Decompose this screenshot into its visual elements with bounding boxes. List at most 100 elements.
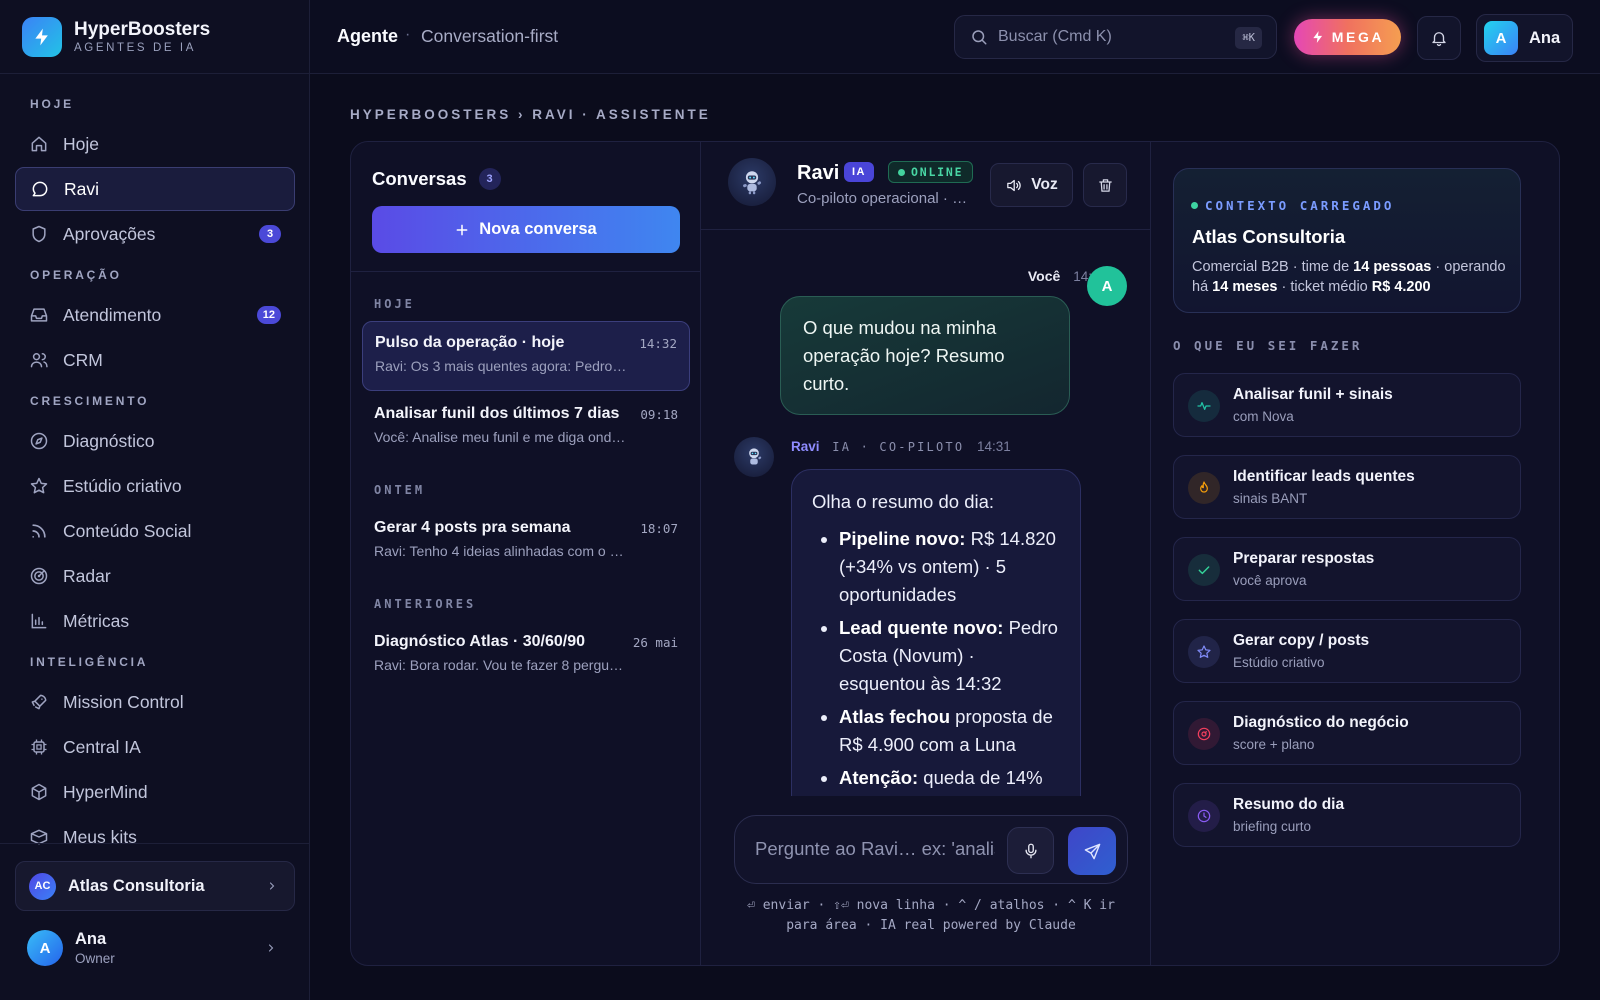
workspace-name: Atlas Consultoria bbox=[68, 876, 205, 895]
agent-message-list: Pipeline novo: R$ 14.820 (+34% vs ontem)… bbox=[812, 525, 1060, 796]
skill-subtitle: briefing curto bbox=[1233, 819, 1312, 834]
conversation-list: HOJE Pulso da operação · hoje Ravi: Os 3 m… bbox=[362, 287, 690, 701]
conversation-item[interactable]: Gerar 4 posts pra semana Ravi: Tenho 4 id… bbox=[362, 507, 690, 577]
conversation-preview: Ravi: Tenho 4 ideias alinhadas com o tom… bbox=[374, 543, 626, 559]
context-text: Comercial B2B · time de bbox=[1192, 259, 1354, 275]
users-icon bbox=[30, 353, 48, 368]
message-composer[interactable]: Pergunte ao Ravi… ex: 'analise meu funil… bbox=[734, 815, 1128, 884]
delete-conversation-button[interactable] bbox=[1083, 163, 1127, 207]
context-label-text: CONTEXTO CARREGADO bbox=[1205, 198, 1395, 213]
compass-icon bbox=[30, 432, 48, 450]
conversations-column: Conversas 3 Nova conversa HOJE Pulso da o… bbox=[351, 142, 701, 965]
avatar: A bbox=[1087, 266, 1127, 306]
flame-icon bbox=[1200, 481, 1208, 493]
sidebar-item-meus-kits[interactable]: Meus kits bbox=[15, 815, 295, 846]
user-menu[interactable]: A Ana Owner bbox=[27, 930, 287, 966]
sidebar-item-label: Métricas bbox=[63, 610, 130, 631]
composer-placeholder[interactable]: Pergunte ao Ravi… ex: 'analise meu funil… bbox=[755, 838, 995, 864]
skill-subtitle: sinais BANT bbox=[1233, 491, 1308, 506]
context-description: Comercial B2B · time de 14 pessoas · ope… bbox=[1192, 257, 1512, 297]
divider bbox=[0, 73, 310, 74]
conversation-preview: Ravi: Bora rodar. Vou te fazer 8 pergunt… bbox=[374, 657, 626, 673]
status-label: ONLINE bbox=[911, 165, 964, 179]
microphone-button[interactable] bbox=[1007, 827, 1054, 874]
skill-card[interactable]: Diagnóstico do negócio score + plano bbox=[1173, 701, 1521, 765]
skill-icon-wrap bbox=[1188, 554, 1220, 586]
plus-icon bbox=[456, 224, 468, 235]
context-label: CONTEXTO CARREGADO bbox=[1191, 198, 1394, 213]
search-input[interactable]: Buscar (Cmd K) ⌘K bbox=[954, 15, 1277, 59]
agent-message-bubble: Olha o resumo do dia: Pipeline novo: R$ … bbox=[791, 469, 1081, 796]
sidebar-item-label: Aprovações bbox=[63, 223, 156, 244]
sidebar-item-label: CRM bbox=[63, 349, 103, 370]
conversation-item[interactable]: Analisar funil dos últimos 7 dias Você: A… bbox=[362, 393, 690, 463]
send-button[interactable] bbox=[1068, 827, 1116, 875]
sidebar-item-label: Ravi bbox=[64, 178, 100, 199]
cpu-icon bbox=[31, 739, 47, 755]
context-age: 14 meses bbox=[1212, 279, 1278, 295]
skill-card[interactable]: Gerar copy / posts Estúdio criativo bbox=[1173, 619, 1521, 683]
sidebar-item-est-dio-criativo[interactable]: Estúdio criativo bbox=[15, 464, 295, 508]
agent-message-tag: IA · CO-PILOTO bbox=[832, 440, 965, 454]
agent-message-time: 14:31 bbox=[977, 439, 1011, 454]
sidebar-item-crm[interactable]: CRM bbox=[15, 338, 295, 382]
sidebar-item-radar[interactable]: Radar bbox=[15, 554, 295, 598]
sidebar-item-central-ia[interactable]: Central IA bbox=[15, 725, 295, 769]
conversation-item[interactable]: Diagnóstico Atlas · 30/60/90 Ravi: Bora r… bbox=[362, 621, 690, 691]
skill-subtitle: score + plano bbox=[1233, 737, 1315, 752]
chevron-right-icon bbox=[268, 944, 274, 952]
conversation-title: Analisar funil dos últimos 7 dias bbox=[374, 405, 620, 422]
agent-message-bullet: Atenção: queda de 14% nas respostas do W… bbox=[839, 764, 1060, 796]
skill-card[interactable]: Preparar respostas você aprova bbox=[1173, 537, 1521, 601]
sidebar-item-ravi[interactable]: Ravi bbox=[15, 167, 295, 211]
sidebar-item-hoje[interactable]: Hoje bbox=[15, 122, 295, 166]
sidebar: HyperBoosters AGENTES DE IA HOJE Hoje Ravi… bbox=[0, 0, 310, 1000]
brand-subtitle: AGENTES DE IA bbox=[74, 42, 196, 54]
rss-icon bbox=[32, 524, 46, 538]
conversation-time: 18:07 bbox=[640, 521, 678, 536]
workspace-switcher[interactable]: AC Atlas Consultoria bbox=[15, 861, 295, 911]
skill-title: Analisar funil + sinais bbox=[1233, 386, 1393, 403]
sidebar-item-conte-do-social[interactable]: Conteúdo Social bbox=[15, 509, 295, 553]
sidebar-item-label: Radar bbox=[63, 565, 111, 586]
brand[interactable]: HyperBoosters AGENTES DE IA bbox=[22, 17, 210, 57]
context-card: CONTEXTO CARREGADO Atlas Consultoria Com… bbox=[1173, 168, 1521, 313]
microphone-icon bbox=[1024, 843, 1037, 858]
target-icon bbox=[1197, 727, 1211, 741]
avatar: A bbox=[27, 930, 63, 966]
sidebar-item-hypermind[interactable]: HyperMind bbox=[15, 770, 295, 814]
skill-subtitle: com Nova bbox=[1233, 409, 1294, 424]
agent-message-bullet: Pipeline novo: R$ 14.820 (+34% vs ontem)… bbox=[839, 525, 1060, 609]
workspace-avatar: AC bbox=[29, 872, 56, 900]
voice-button[interactable]: Voz bbox=[990, 163, 1073, 207]
notifications-button[interactable] bbox=[1417, 16, 1461, 60]
page-subtitle: Conversation-first bbox=[421, 26, 559, 46]
skill-icon-wrap bbox=[1188, 390, 1220, 422]
sidebar-item-m-tricas[interactable]: Métricas bbox=[15, 599, 295, 643]
user-chip[interactable]: A Ana bbox=[1476, 14, 1573, 62]
agent-message-meta: Ravi IA · CO-PILOTO 14:31 bbox=[791, 439, 1011, 454]
skill-subtitle: Estúdio criativo bbox=[1233, 655, 1325, 670]
skill-card[interactable]: Analisar funil + sinais com Nova bbox=[1173, 373, 1521, 437]
conversation-preview: Ravi: Os 3 mais quentes agora: Pedro Cos… bbox=[375, 358, 627, 374]
agent-subtitle: Co-piloto operacional · HyperBoosters bbox=[797, 190, 969, 207]
chat-header: Ravi IA ONLINE Co-piloto operacional · H… bbox=[701, 142, 1151, 230]
sidebar-item-mission-control[interactable]: Mission Control bbox=[15, 680, 295, 724]
conversations-title: Conversas bbox=[372, 168, 467, 189]
conversation-item[interactable]: Pulso da operação · hoje Ravi: Os 3 mais … bbox=[362, 321, 690, 391]
brand-title: HyperBoosters bbox=[74, 19, 211, 40]
search-placeholder: Buscar (Cmd K) bbox=[998, 28, 1112, 45]
sidebar-item-aprova-es[interactable]: Aprovações 3 bbox=[15, 212, 295, 256]
skill-card[interactable]: Resumo do dia briefing curto bbox=[1173, 783, 1521, 847]
agent-message-intro: Olha o resumo do dia: bbox=[812, 491, 995, 512]
skill-card[interactable]: Identificar leads quentes sinais BANT bbox=[1173, 455, 1521, 519]
mega-button[interactable]: MEGA bbox=[1294, 19, 1401, 55]
inbox-icon bbox=[30, 308, 48, 322]
sidebar-item-diagn-stico[interactable]: Diagnóstico bbox=[15, 419, 295, 463]
bullet-label: Atlas fechou bbox=[839, 706, 951, 727]
send-icon bbox=[1084, 843, 1100, 859]
sidebar-item-label: Central IA bbox=[63, 736, 141, 757]
user-message-author: Você bbox=[1027, 268, 1061, 284]
new-conversation-button[interactable]: Nova conversa bbox=[372, 206, 680, 253]
sidebar-item-atendimento[interactable]: Atendimento 12 bbox=[15, 293, 295, 337]
